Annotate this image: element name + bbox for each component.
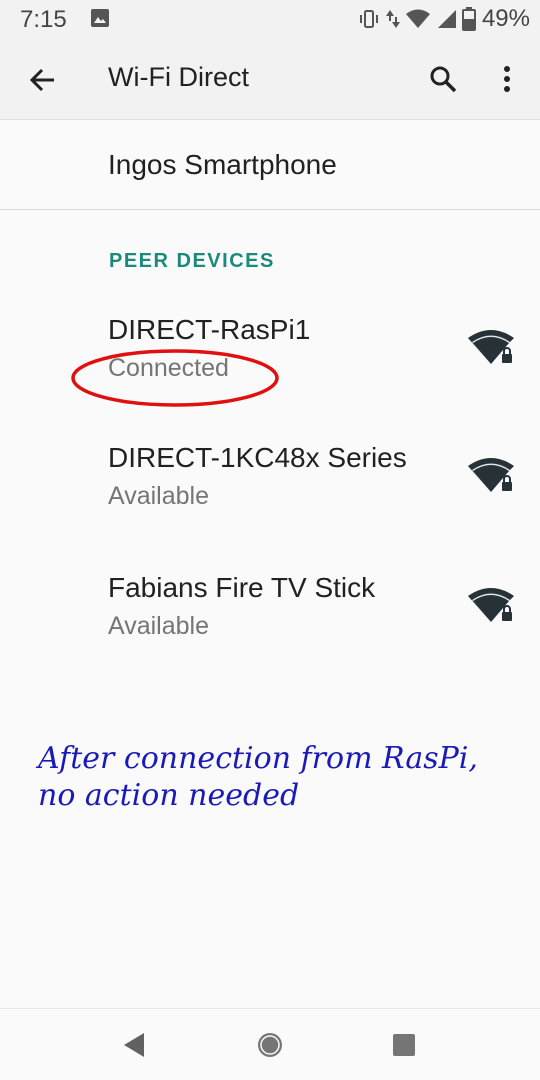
- square-recents-icon: [393, 1034, 415, 1056]
- search-icon: [430, 66, 457, 93]
- wifi-lock-icon: [468, 330, 514, 364]
- more-vert-icon: [504, 66, 510, 92]
- vibrate-icon: [358, 8, 380, 30]
- signal-icon: [436, 8, 456, 30]
- status-time: 7:15: [20, 6, 67, 33]
- peer-item[interactable]: Fabians Fire TV Stick Available: [0, 572, 540, 682]
- peer-name: DIRECT-1KC48x Series: [108, 442, 407, 473]
- peer-devices-header: PEER DEVICES: [109, 250, 275, 272]
- search-button[interactable]: [418, 54, 468, 104]
- peer-status: Available: [108, 482, 210, 510]
- annotation-ellipse: [71, 349, 279, 407]
- peer-item[interactable]: DIRECT-1KC48x Series Available: [0, 442, 540, 552]
- app-toolbar: Wi-Fi Direct: [0, 38, 540, 120]
- wifi-lock-icon: [468, 458, 514, 492]
- peer-name: Fabians Fire TV Stick: [108, 572, 376, 603]
- status-icons: 49%: [358, 4, 530, 34]
- battery-icon: [461, 7, 476, 31]
- system-nav-bar: [0, 1008, 540, 1080]
- peer-name: DIRECT-RasPi1: [108, 314, 311, 345]
- more-options-button[interactable]: [482, 54, 532, 104]
- back-button[interactable]: [14, 52, 70, 108]
- wifi-lock-icon: [468, 588, 514, 622]
- photo-notification-icon: [90, 8, 110, 28]
- annotation-line-2: no action needed: [38, 778, 300, 813]
- triangle-back-icon: [124, 1033, 144, 1057]
- page-title: Wi-Fi Direct: [108, 62, 249, 92]
- annotation-note: After connection from RasPi, no action n…: [38, 740, 528, 814]
- nav-back-button[interactable]: [112, 1023, 156, 1067]
- annotation-line-1: After connection from RasPi,: [38, 741, 478, 776]
- data-arrows-icon: [385, 8, 400, 30]
- peer-status: Available: [108, 612, 210, 640]
- nav-home-button[interactable]: [248, 1023, 292, 1067]
- nav-recents-button[interactable]: [382, 1023, 426, 1067]
- wifi-status-icon: [405, 8, 430, 30]
- status-bar: 7:15 49%: [0, 0, 540, 38]
- arrow-back-icon: [29, 68, 54, 92]
- this-device-row[interactable]: Ingos Smartphone: [0, 121, 540, 210]
- device-name: Ingos Smartphone: [108, 149, 337, 180]
- battery-percent: 49%: [481, 5, 530, 32]
- circle-home-icon: [258, 1033, 282, 1057]
